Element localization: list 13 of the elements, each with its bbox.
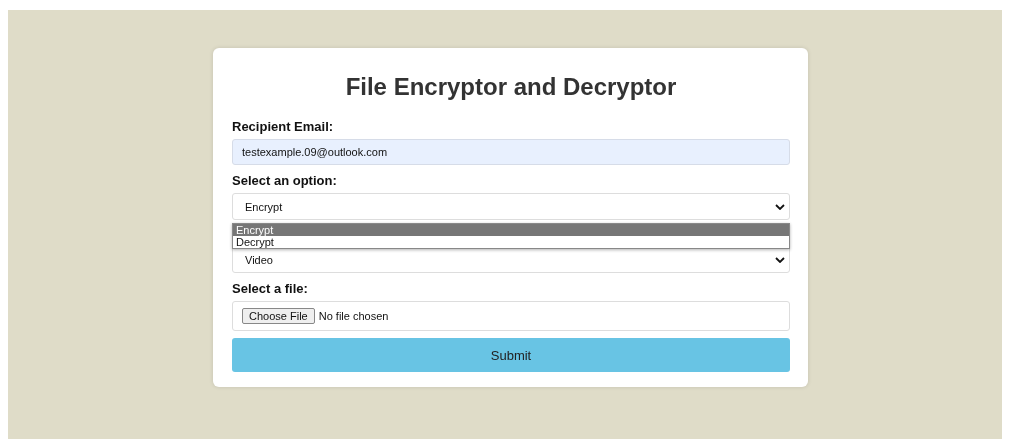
email-field[interactable]: testexample.09@outlook.com xyxy=(232,139,790,165)
field-label: Recipient Email: xyxy=(232,119,335,134)
choose-file-button[interactable]: Choose File xyxy=(242,308,315,324)
field-label: Select an option: xyxy=(232,173,338,188)
chevron-icon xyxy=(775,203,785,210)
submit-button[interactable]: Submit xyxy=(232,338,790,372)
dropdown-option[interactable]: Encrypt xyxy=(233,224,789,236)
chevron-icon xyxy=(775,256,785,263)
dropdown-option[interactable]: Decrypt xyxy=(233,236,789,248)
field-label: Select a file: xyxy=(232,281,309,296)
form-title: File Encryptor and Decryptor xyxy=(344,72,678,102)
file-status: No file chosen xyxy=(318,310,389,322)
option-select[interactable]: Encrypt xyxy=(232,193,790,220)
